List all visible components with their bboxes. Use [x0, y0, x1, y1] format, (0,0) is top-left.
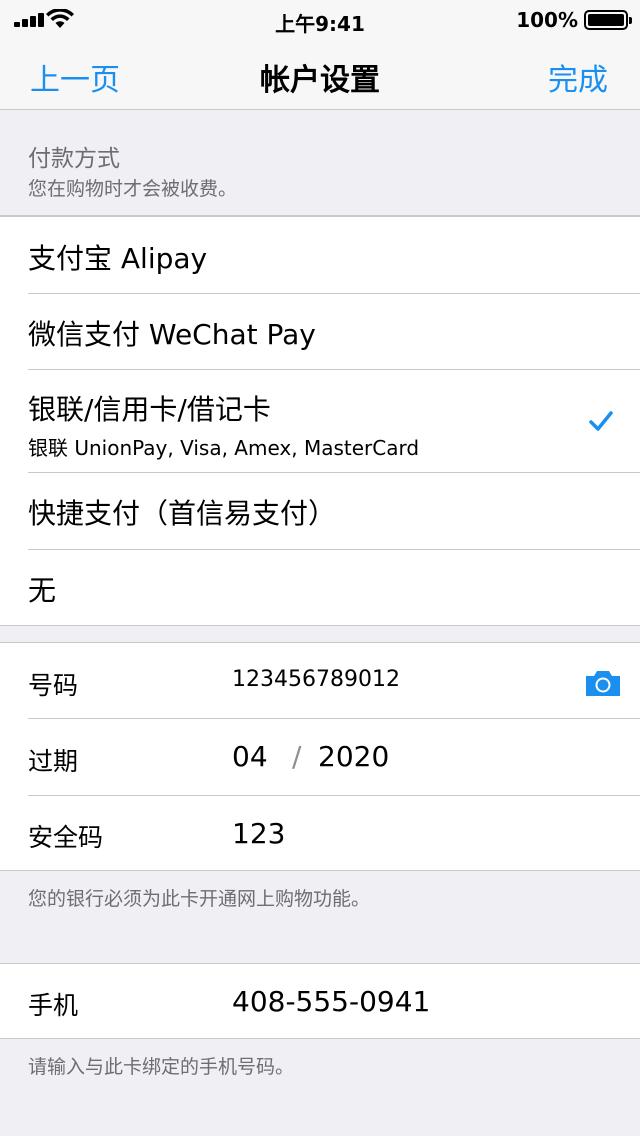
payment-option-bank-card[interactable]: 银联/信用卡/借记卡 银联 UnionPay, Visa, Amex, Mast…	[0, 370, 640, 473]
card-number-row: 号码 123456789012	[0, 643, 640, 719]
battery-percentage: 100%	[516, 8, 578, 32]
navigation-bar: 上一页 帐户设置 完成	[0, 40, 640, 110]
payment-option-label: 无	[28, 574, 57, 607]
phone-note: 请输入与此卡绑定的手机号码。	[28, 1056, 295, 1078]
page-title: 帐户设置	[260, 63, 380, 98]
section-title: 付款方式	[28, 146, 120, 172]
payment-section-header: 付款方式 您在购物时才会被收费。	[0, 111, 640, 216]
phone-form: 手机 408-555-0941	[0, 963, 640, 1039]
checkmark-icon	[589, 411, 613, 431]
expiry-separator: /	[292, 740, 302, 773]
status-bar: 上午9:41 100%	[0, 0, 640, 40]
expiry-label: 过期	[28, 747, 79, 776]
payment-options-list: 支付宝 Alipay 微信支付 WeChat Pay 银联/信用卡/借记卡 银联…	[0, 216, 640, 626]
expiry-month-input[interactable]: 04	[232, 740, 268, 773]
section-subtitle: 您在购物时才会被收费。	[28, 178, 238, 200]
phone-label: 手机	[28, 991, 79, 1020]
security-code-row: 安全码 123	[0, 796, 640, 871]
phone-input[interactable]: 408-555-0941	[232, 985, 430, 1018]
payment-option-quick-pay[interactable]: 快捷支付（首信易支付）	[0, 473, 640, 550]
expiry-row: 过期 04 / 2020	[0, 719, 640, 796]
card-details-form: 号码 123456789012 过期 04 / 2020 安全码 123	[0, 642, 640, 871]
payment-option-label: 快捷支付（首信易支付）	[28, 497, 337, 530]
payment-option-sublabel: 银联 UnionPay, Visa, Amex, MasterCard	[28, 436, 420, 460]
payment-option-wechat-pay[interactable]: 微信支付 WeChat Pay	[0, 294, 640, 370]
payment-option-none[interactable]: 无	[0, 550, 640, 626]
security-code-input[interactable]: 123	[232, 817, 285, 850]
payment-option-label: 银联/信用卡/借记卡	[28, 393, 271, 426]
card-number-label: 号码	[28, 671, 79, 700]
card-note: 您的银行必须为此卡开通网上购物功能。	[28, 888, 371, 910]
payment-option-alipay[interactable]: 支付宝 Alipay	[0, 217, 640, 294]
card-number-input[interactable]: 123456789012	[232, 667, 400, 692]
security-code-label: 安全码	[28, 823, 104, 852]
done-button[interactable]: 完成	[548, 55, 608, 99]
phone-row: 手机 408-555-0941	[0, 964, 640, 1039]
payment-option-label: 微信支付 WeChat Pay	[28, 318, 316, 351]
battery-icon	[584, 10, 632, 30]
payment-option-label: 支付宝 Alipay	[28, 242, 208, 275]
expiry-year-input[interactable]: 2020	[318, 740, 389, 773]
camera-icon[interactable]	[584, 669, 622, 697]
